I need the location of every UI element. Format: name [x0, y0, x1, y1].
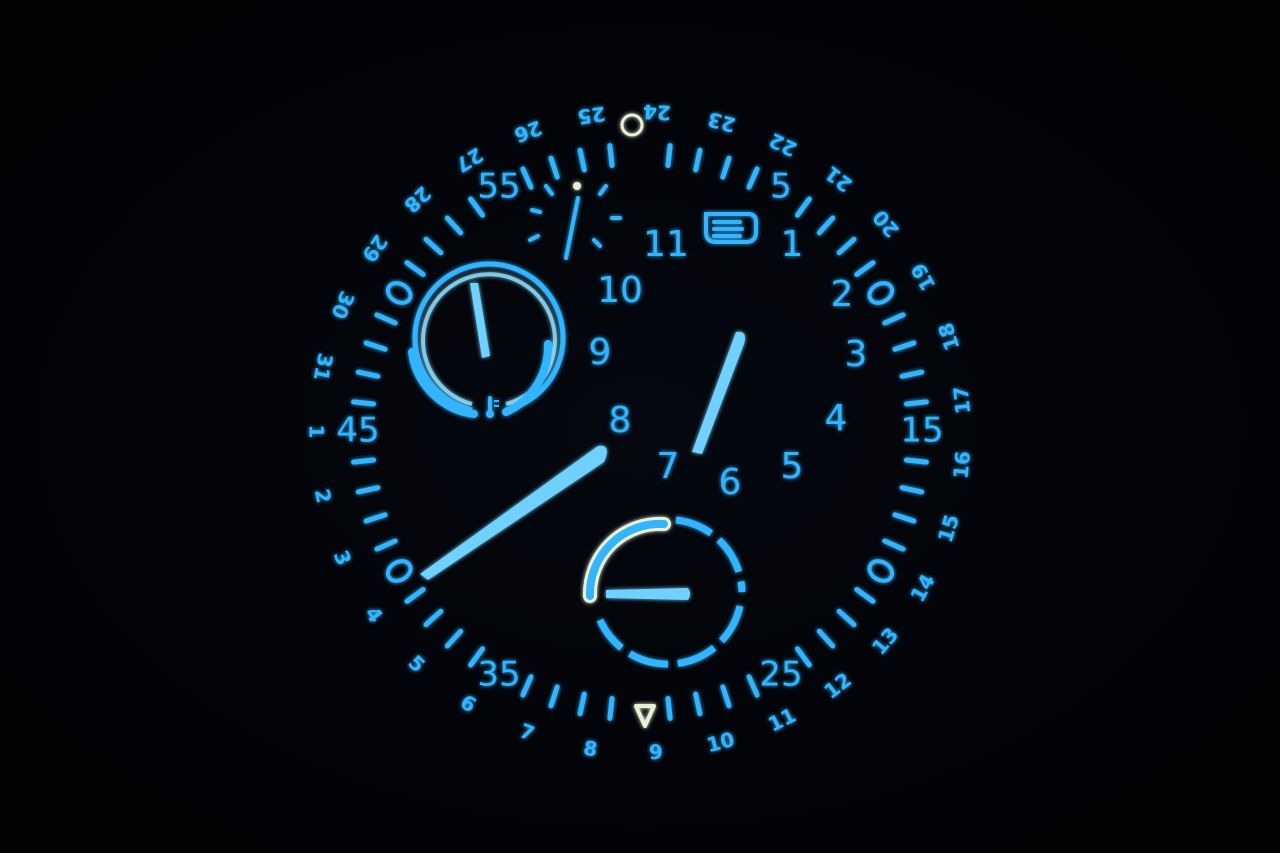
minute-numeral: 15	[900, 411, 943, 451]
hour-numeral: 5	[781, 446, 804, 487]
watch-dial-photo: 24 23222120191817161514131211109876543213…	[0, 0, 1280, 853]
minute-tick	[607, 696, 615, 721]
date-label: 16	[948, 450, 975, 480]
hour-numeral: 2	[831, 274, 854, 315]
hour-numeral: 9	[589, 332, 612, 373]
hour-numeral: 6	[719, 462, 742, 503]
minute-numeral: 5	[770, 166, 792, 206]
date-label: 25	[576, 101, 607, 129]
minute-numeral: 45	[336, 411, 379, 451]
minute-numeral: 25	[759, 655, 802, 695]
hour-numeral: 8	[609, 400, 632, 441]
minute-tick	[607, 143, 615, 168]
minute-tick	[904, 399, 929, 407]
minute-tick	[351, 399, 376, 407]
minute-tick	[665, 696, 673, 721]
hour-numeral: 4	[825, 398, 848, 439]
minute-tick	[904, 457, 929, 465]
date-label: 24	[642, 99, 671, 124]
hour-numeral: 7	[657, 446, 680, 487]
date-label: 9	[648, 740, 663, 765]
minute-numeral: 55	[477, 166, 520, 206]
minute-tick	[665, 143, 673, 168]
minute-numeral: 35	[477, 655, 520, 695]
date-label: 1	[304, 425, 328, 439]
minute-tick	[351, 457, 376, 465]
hour-numeral: 11	[643, 224, 689, 265]
date-label: 17	[949, 385, 976, 415]
hour-numeral: 10	[597, 270, 643, 311]
hour-numeral: 3	[845, 334, 868, 375]
hour-numeral: 1	[781, 224, 804, 265]
